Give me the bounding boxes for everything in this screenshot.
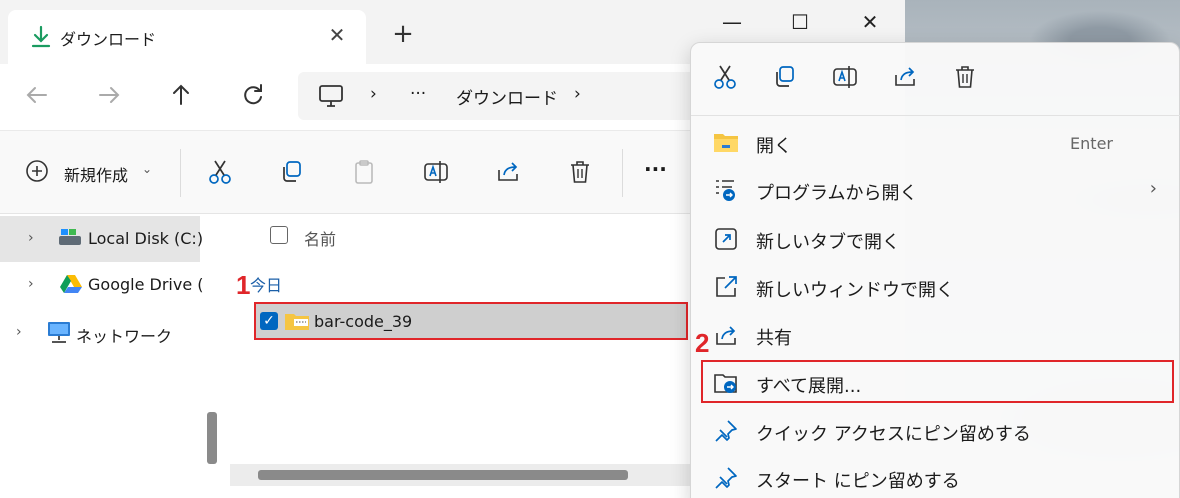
menu-item-label: スタート にピン留めする [756,471,960,492]
close-window-button[interactable]: ✕ [850,10,890,38]
horizontal-scrollbar[interactable] [258,470,628,480]
up-arrow-icon [173,84,189,105]
highlight-file [254,302,688,340]
sidebar-item-label: Google Drive ( [88,275,204,294]
select-all-checkbox[interactable] [270,226,288,244]
plus-circle-icon [26,160,48,182]
menu-item-open-new-window[interactable]: 新しいウィンドウで開く [701,264,1173,310]
scissors-icon [714,65,736,89]
pin-icon [713,418,739,444]
cut-button[interactable] [206,158,236,188]
address-chevron[interactable]: › [370,84,377,104]
tab-title: ダウンロード [60,30,157,49]
maximize-button[interactable]: ☐ [780,10,820,38]
download-icon [30,25,52,53]
trash-icon [956,66,974,88]
menu-item-open-new-tab[interactable]: 新しいタブで開く [701,216,1173,262]
menu-item-label: クイック アクセスにピン留めする [756,424,1031,445]
new-tab-icon [713,226,739,252]
pin-icon [713,465,739,491]
menu-item-label: 共有 [756,328,792,349]
up-button[interactable] [168,82,198,112]
refresh-button[interactable] [240,82,270,112]
menu-divider [691,115,1180,116]
menu-item-pin-quick-access[interactable]: クイック アクセスにピン留めする [701,408,1173,454]
chevron-right-icon[interactable]: › [28,230,34,246]
open-with-icon [713,177,739,203]
rename-icon [424,161,448,183]
address-chevron[interactable]: › [574,84,581,104]
back-arrow-icon [26,87,47,103]
menu-item-label: プログラムから開く [756,183,918,204]
group-header-today[interactable]: 今日 [250,272,282,296]
copy-icon [776,66,794,87]
chevron-right-icon: › [1149,178,1157,199]
toolbar-divider [180,149,181,197]
address-bar[interactable]: › ··· ダウンロード › [298,72,718,120]
rename-button[interactable] [422,158,452,188]
delete-button[interactable] [566,158,596,188]
share-icon [498,162,518,181]
tab-downloads[interactable]: ダウンロード ✕ [8,10,366,64]
chevron-down-icon: ⌄ [142,162,153,176]
sidebar-item-local-disk[interactable]: › Local Disk (C:) [0,216,204,262]
sidebar-item-google-drive[interactable]: › Google Drive ( [0,262,204,308]
copy-button[interactable] [771,63,803,95]
menu-item-open[interactable]: 開く Enter [701,120,1173,166]
chevron-right-icon[interactable]: › [16,324,22,340]
sidebar-item-label: ネットワーク [76,327,173,346]
paste-button[interactable] [350,158,380,188]
rename-button[interactable] [831,63,863,95]
google-drive-icon [60,274,82,298]
step-number-1: 1 [236,270,251,300]
share-icon [713,322,739,348]
computer-icon [318,84,344,112]
network-icon [46,320,72,348]
menu-item-share[interactable]: 共有 [701,312,1173,358]
chevron-right-icon[interactable]: › [28,276,34,292]
step-number-2: 2 [695,328,710,358]
share-button[interactable] [494,158,524,188]
more-options-button[interactable]: ··· [644,157,674,187]
folder-icon [713,130,739,156]
highlight-extract-all [701,360,1174,403]
new-button-label: 新規作成 [64,166,129,185]
trash-icon [571,161,589,183]
address-overflow[interactable]: ··· [410,84,426,104]
sidebar-item-label: Local Disk (C:) [88,229,204,248]
clipboard-icon [355,160,373,184]
toolbar-divider [622,149,623,197]
delete-button[interactable] [951,63,983,95]
address-segment-downloads[interactable]: ダウンロード [456,84,558,109]
share-button[interactable] [891,63,923,95]
menu-item-open-with[interactable]: プログラムから開く › [701,167,1173,213]
shortcut-label: Enter [1070,134,1113,153]
minimize-button[interactable]: — [712,10,752,38]
sidebar-item-network[interactable]: › ネットワーク [0,310,200,356]
scissors-icon [209,160,231,184]
tab-close-icon[interactable]: ✕ [326,24,348,46]
menu-item-pin-start[interactable]: スタート にピン留めする [701,455,1173,498]
new-tab-button[interactable]: + [390,21,416,48]
sidebar-scrollbar[interactable] [207,412,217,464]
share-icon [895,67,915,86]
refresh-icon [244,84,262,105]
cut-button[interactable] [711,63,743,95]
forward-button[interactable] [96,82,126,112]
drive-icon [58,227,82,251]
forward-arrow-icon [99,87,120,103]
back-button[interactable] [24,82,54,112]
rename-icon [833,66,857,88]
copy-icon [283,161,301,182]
context-menu: 開く Enter プログラムから開く › 新しいタブで開く 新しいウィンドウで開… [690,42,1180,498]
navigation-pane: › Local Disk (C:) › Google Drive ( › ネット… [0,214,228,498]
menu-item-label: 新しいウィンドウで開く [756,280,954,301]
new-button[interactable]: 新規作成 ⌄ [24,158,152,188]
menu-item-label: 新しいタブで開く [756,232,900,253]
menu-item-label: 開く [756,136,792,157]
new-window-icon [713,274,739,300]
column-header-name[interactable]: 名前 [304,226,336,250]
copy-button[interactable] [278,158,308,188]
